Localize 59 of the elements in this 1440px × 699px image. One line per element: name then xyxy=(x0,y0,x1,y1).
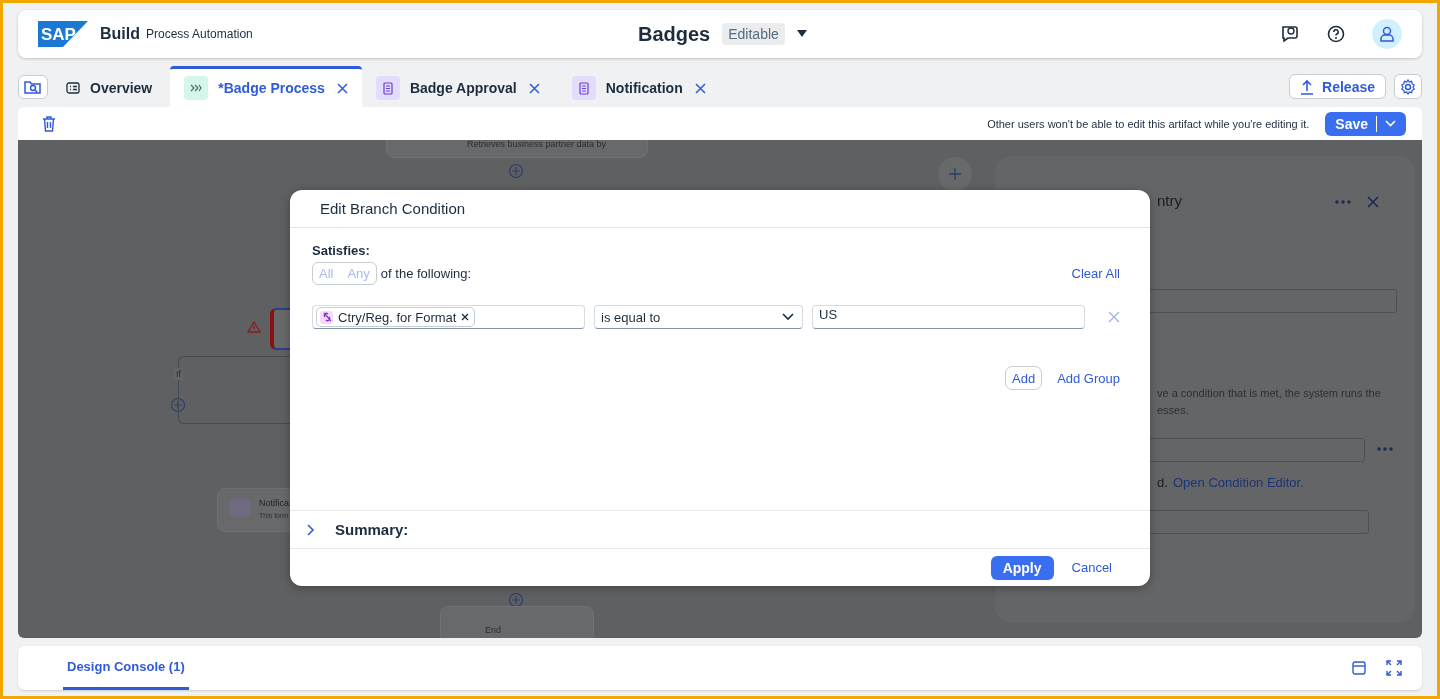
close-icon[interactable] xyxy=(694,82,706,94)
following-label: of the following: xyxy=(380,266,472,281)
chevron-down-icon xyxy=(782,313,794,321)
caret-icon xyxy=(1385,120,1396,127)
feedback-icon[interactable] xyxy=(1280,24,1300,44)
panel-title: ntry xyxy=(1157,192,1182,209)
process-icon xyxy=(184,76,209,100)
expand-icon[interactable] xyxy=(1386,660,1402,676)
help-icon[interactable] xyxy=(1327,25,1345,43)
sap-logo[interactable]: SAP xyxy=(38,21,88,47)
plus-icon xyxy=(949,168,961,180)
field-input[interactable]: Ctry/Reg. for Format xyxy=(312,305,585,329)
status-badge: Editable xyxy=(722,23,785,45)
editor-tab[interactable]: Badge Approval xyxy=(361,66,554,107)
form-icon xyxy=(571,76,596,100)
dropdown-icon[interactable] xyxy=(796,30,807,38)
chevron-icon xyxy=(307,523,315,536)
remove-icon[interactable] xyxy=(461,313,470,321)
settings-button[interactable] xyxy=(1394,74,1422,99)
more-icon[interactable] xyxy=(1377,447,1393,451)
form-icon xyxy=(375,76,400,100)
add-button[interactable] xyxy=(938,157,972,191)
value-input[interactable]: US xyxy=(812,305,1085,329)
save-button[interactable]: Save xyxy=(1325,111,1406,136)
editor-tab[interactable]: *Badge Process xyxy=(170,66,362,107)
settings-icon xyxy=(1400,78,1416,95)
close-icon[interactable] xyxy=(528,82,540,94)
upload-icon xyxy=(1300,78,1315,95)
node-title: Notifica xyxy=(259,498,289,508)
release-button[interactable]: Release xyxy=(1289,74,1386,99)
field-icon xyxy=(320,310,333,324)
summary-section[interactable]: Summary: xyxy=(290,510,1150,549)
delete-icon[interactable] xyxy=(42,115,56,132)
add-button[interactable]: Add xyxy=(1005,366,1043,390)
field-token[interactable]: Ctry/Reg. for Format xyxy=(316,307,476,327)
apply-button[interactable]: Apply xyxy=(990,555,1054,580)
warning-icon xyxy=(247,321,261,333)
more-icon[interactable] xyxy=(1335,200,1351,204)
dialog-title: Edit Branch Condition xyxy=(320,200,466,217)
project-title: Badges xyxy=(638,22,711,46)
satisfies-label: Satisfies: xyxy=(312,243,371,258)
product-name: Build xyxy=(100,25,140,43)
editor-tab[interactable]: Notification xyxy=(557,66,720,107)
editor-tab[interactable]: Overview xyxy=(48,66,167,107)
add-group-link[interactable]: Add Group xyxy=(1057,370,1120,386)
close-icon[interactable] xyxy=(1367,196,1379,208)
panel-note: d. xyxy=(1157,475,1168,490)
editing-notice: Other users won't be able to edit this artifact while you're editing it. xyxy=(987,117,1310,130)
search-artifacts-button[interactable] xyxy=(18,75,48,99)
folder-search-icon xyxy=(24,79,42,95)
cancel-button[interactable]: Cancel xyxy=(1071,560,1112,575)
panel-icon[interactable] xyxy=(1352,661,1366,675)
product-subtitle: Process Automation xyxy=(146,27,253,41)
clear-all-link[interactable]: Clear All xyxy=(1071,266,1120,281)
user-avatar[interactable] xyxy=(1372,19,1402,49)
operator-select[interactable]: is equal to xyxy=(594,305,803,329)
console-tab[interactable]: Design Console (1) xyxy=(63,646,189,690)
close-icon[interactable] xyxy=(336,82,348,94)
list-icon xyxy=(66,82,80,94)
